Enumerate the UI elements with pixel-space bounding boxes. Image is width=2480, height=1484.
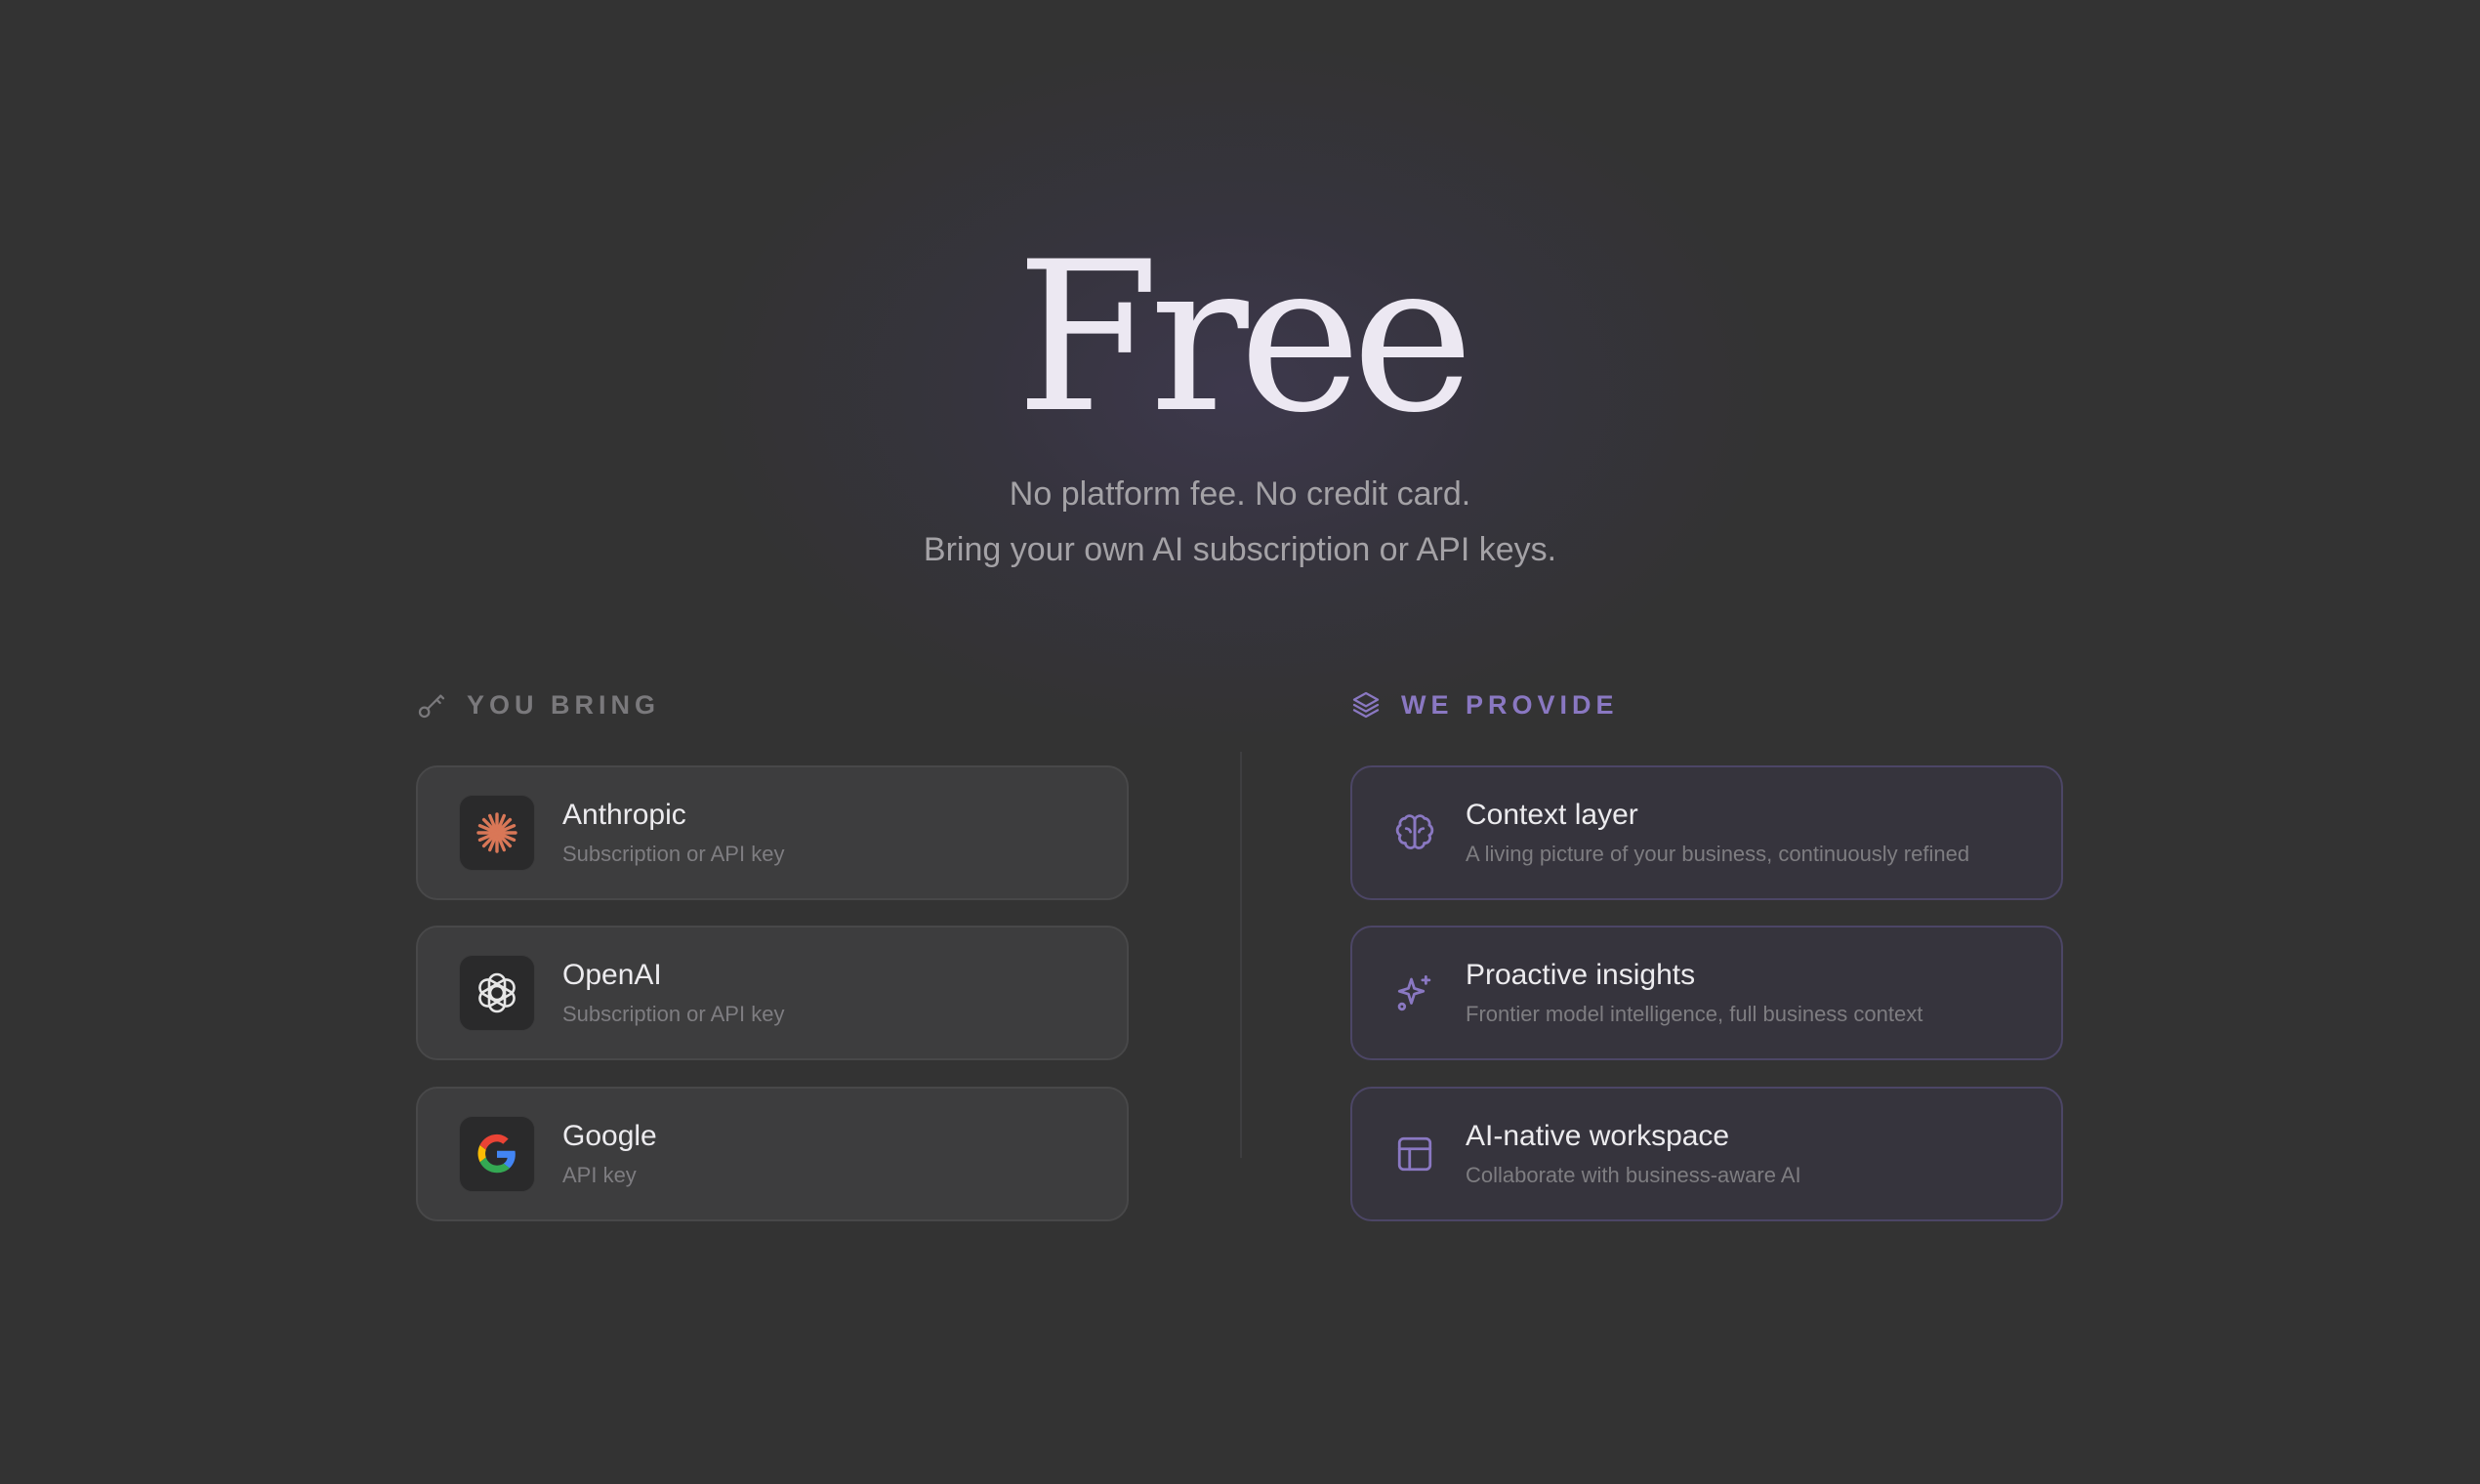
provider-subtitle: Subscription or API key (562, 1002, 785, 1027)
feature-card-proactive-insights[interactable]: Proactive insights Frontier model intell… (1350, 926, 2063, 1060)
provider-card-google[interactable]: Google API key (416, 1087, 1129, 1221)
feature-title: Context layer (1466, 798, 1638, 831)
hero-tagline-1: No platform fee. No credit card. (1009, 475, 1471, 513)
openai-logo-icon (459, 955, 535, 1031)
we-provide-header: WE PROVIDE (1350, 685, 1619, 724)
we-provide-heading: WE PROVIDE (1401, 689, 1619, 720)
feature-subtitle: Frontier model intelligence, full busine… (1466, 1002, 1923, 1027)
feature-card-ai-native-workspace[interactable]: AI-native workspace Collaborate with bus… (1350, 1087, 2063, 1221)
feature-subtitle: Collaborate with business-aware AI (1466, 1163, 1801, 1188)
page-title: Free (1015, 217, 1473, 458)
provider-subtitle: Subscription or API key (562, 842, 785, 867)
key-icon (416, 689, 447, 721)
provider-card-anthropic[interactable]: Anthropic Subscription or API key (416, 765, 1129, 900)
provider-title: OpenAI (562, 958, 662, 991)
feature-subtitle: A living picture of your business, conti… (1466, 842, 1970, 867)
provider-card-openai[interactable]: OpenAI Subscription or API key (416, 926, 1129, 1060)
layers-icon (1350, 689, 1382, 721)
provider-title: Anthropic (562, 798, 686, 831)
provider-subtitle: API key (562, 1163, 637, 1188)
google-logo-icon (459, 1116, 535, 1192)
feature-title: Proactive insights (1466, 958, 1696, 991)
anthropic-logo-icon (459, 795, 535, 871)
column-divider (1240, 752, 1242, 1158)
provider-title: Google (562, 1119, 657, 1152)
feature-title: AI-native workspace (1466, 1119, 1730, 1152)
brain-icon (1391, 809, 1438, 856)
feature-card-context-layer[interactable]: Context layer A living picture of your b… (1350, 765, 2063, 900)
sparkles-icon (1391, 969, 1438, 1016)
hero-tagline-2: Bring your own AI subscription or API ke… (923, 531, 1557, 568)
you-bring-header: YOU BRING (416, 685, 660, 724)
you-bring-heading: YOU BRING (467, 689, 661, 720)
layout-icon (1391, 1131, 1438, 1177)
